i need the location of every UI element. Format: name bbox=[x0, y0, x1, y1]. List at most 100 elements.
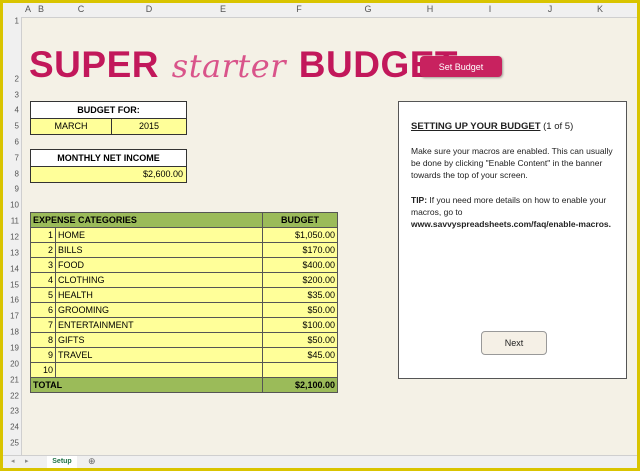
category-cell[interactable]: CLOTHING bbox=[55, 272, 263, 288]
panel-title-text: SETTING UP YOUR BUDGET bbox=[411, 121, 541, 132]
budget-cell[interactable]: $50.00 bbox=[262, 302, 338, 318]
row-header[interactable]: 13 bbox=[3, 249, 19, 258]
row-number-cell[interactable]: 1 bbox=[30, 227, 56, 243]
table-row: 10 bbox=[30, 362, 338, 378]
budget-cell[interactable]: $50.00 bbox=[262, 332, 338, 348]
column-header[interactable]: J bbox=[548, 4, 553, 14]
row-number-cell[interactable]: 3 bbox=[30, 257, 56, 273]
column-header[interactable]: B bbox=[38, 4, 44, 14]
row-header[interactable]: 19 bbox=[3, 344, 19, 353]
budget-cell[interactable]: $100.00 bbox=[262, 317, 338, 333]
budget-cell[interactable]: $1,050.00 bbox=[262, 227, 338, 243]
row-header[interactable]: 12 bbox=[3, 233, 19, 242]
budget-cell[interactable]: $400.00 bbox=[262, 257, 338, 273]
total-value[interactable]: $2,100.00 bbox=[262, 377, 338, 393]
row-number-cell[interactable]: 6 bbox=[30, 302, 56, 318]
row-header[interactable]: 5 bbox=[3, 122, 19, 131]
column-header[interactable]: A bbox=[25, 4, 31, 14]
column-header[interactable]: K bbox=[597, 4, 603, 14]
row-header[interactable]: 11 bbox=[3, 217, 19, 226]
row-header[interactable]: 3 bbox=[3, 91, 19, 100]
setup-instructions-panel: SETTING UP YOUR BUDGET (1 of 5) Make sur… bbox=[398, 101, 627, 379]
panel-step: (1 of 5) bbox=[543, 121, 574, 132]
tip-text: If you need more details on how to enabl… bbox=[411, 195, 607, 217]
row-header[interactable]: 25 bbox=[3, 439, 19, 448]
prev-sheet-icon[interactable]: ◂ bbox=[11, 457, 15, 465]
category-cell[interactable]: GIFTS bbox=[55, 332, 263, 348]
budget-month-cell[interactable]: MARCH bbox=[31, 119, 112, 134]
row-header[interactable]: 2 bbox=[3, 75, 19, 84]
row-header[interactable]: 23 bbox=[3, 407, 19, 416]
column-header[interactable]: H bbox=[427, 4, 434, 14]
tip-label: TIP: bbox=[411, 195, 428, 205]
sheet-tab-bar: ◂ ▸ Setup ⊕ bbox=[3, 455, 637, 468]
column-header[interactable]: C bbox=[78, 4, 85, 14]
row-header[interactable]: 17 bbox=[3, 312, 19, 321]
category-cell[interactable]: TRAVEL bbox=[55, 347, 263, 363]
row-number-cell[interactable]: 9 bbox=[30, 347, 56, 363]
panel-instructions: Make sure your macros are enabled. This … bbox=[411, 146, 613, 180]
net-income-cell[interactable]: $2,600.00 bbox=[31, 167, 186, 182]
row-number-cell[interactable]: 5 bbox=[30, 287, 56, 303]
sheet-tab-setup[interactable]: Setup bbox=[47, 456, 77, 468]
row-number-cell[interactable]: 7 bbox=[30, 317, 56, 333]
category-cell[interactable]: FOOD bbox=[55, 257, 263, 273]
row-header[interactable]: 7 bbox=[3, 154, 19, 163]
category-cell[interactable]: HOME bbox=[55, 227, 263, 243]
column-headers: A B C D E F G H I J K bbox=[3, 3, 637, 18]
row-header[interactable]: 16 bbox=[3, 296, 19, 305]
row-header[interactable]: 20 bbox=[3, 360, 19, 369]
table-row: 7 ENTERTAINMENT $100.00 bbox=[30, 317, 338, 333]
total-label: TOTAL bbox=[30, 377, 263, 393]
budget-cell[interactable] bbox=[262, 362, 338, 378]
row-number-cell[interactable]: 4 bbox=[30, 272, 56, 288]
row-number-cell[interactable]: 8 bbox=[30, 332, 56, 348]
row-header[interactable]: 14 bbox=[3, 265, 19, 274]
column-header[interactable]: G bbox=[364, 4, 371, 14]
row-header[interactable]: 1 bbox=[3, 17, 19, 26]
table-row: 2 BILLS $170.00 bbox=[30, 242, 338, 258]
add-sheet-icon[interactable]: ⊕ bbox=[88, 456, 96, 467]
next-sheet-icon[interactable]: ▸ bbox=[25, 457, 29, 465]
row-header[interactable]: 9 bbox=[3, 185, 19, 194]
row-header[interactable]: 22 bbox=[3, 392, 19, 401]
category-cell[interactable]: GROOMING bbox=[55, 302, 263, 318]
budget-cell[interactable]: $170.00 bbox=[262, 242, 338, 258]
row-header[interactable]: 6 bbox=[3, 138, 19, 147]
category-cell[interactable]: HEALTH bbox=[55, 287, 263, 303]
column-header[interactable]: D bbox=[146, 4, 153, 14]
row-header[interactable]: 18 bbox=[3, 328, 19, 337]
budget-cell[interactable]: $200.00 bbox=[262, 272, 338, 288]
tip-url[interactable]: www.savvyspreadsheets.com/faq/enable-mac… bbox=[411, 219, 611, 229]
next-button[interactable]: Next bbox=[481, 331, 547, 355]
row-header[interactable]: 8 bbox=[3, 170, 19, 179]
category-cell[interactable]: BILLS bbox=[55, 242, 263, 258]
row-header[interactable]: 4 bbox=[3, 106, 19, 115]
budget-header: BUDGET bbox=[262, 212, 338, 228]
row-header[interactable]: 15 bbox=[3, 281, 19, 290]
row-header[interactable]: 10 bbox=[3, 201, 19, 210]
category-cell[interactable] bbox=[55, 362, 263, 378]
expense-category-header: EXPENSE CATEGORIES bbox=[30, 212, 263, 228]
title-super: SUPER bbox=[29, 44, 159, 85]
column-header[interactable]: E bbox=[220, 4, 226, 14]
budget-for-label: BUDGET FOR: bbox=[31, 102, 186, 119]
net-income-label: MONTHLY NET INCOME bbox=[31, 150, 186, 167]
table-row: 8 GIFTS $50.00 bbox=[30, 332, 338, 348]
row-number-cell[interactable]: 2 bbox=[30, 242, 56, 258]
category-cell[interactable]: ENTERTAINMENT bbox=[55, 317, 263, 333]
page-title: SUPER starter BUDGET bbox=[29, 43, 458, 88]
budget-for-box: BUDGET FOR: MARCH 2015 bbox=[30, 101, 187, 135]
panel-title: SETTING UP YOUR BUDGET (1 of 5) bbox=[411, 121, 573, 132]
budget-year-cell[interactable]: 2015 bbox=[112, 119, 186, 134]
table-row: 3 FOOD $400.00 bbox=[30, 257, 338, 273]
budget-cell[interactable]: $35.00 bbox=[262, 287, 338, 303]
row-headers: 1 2 3 4 5 6 7 8 9 10 11 12 13 14 15 16 1… bbox=[3, 17, 22, 464]
set-budget-button[interactable]: Set Budget bbox=[420, 56, 502, 77]
budget-cell[interactable]: $45.00 bbox=[262, 347, 338, 363]
row-header[interactable]: 21 bbox=[3, 376, 19, 385]
column-header[interactable]: F bbox=[296, 4, 302, 14]
row-number-cell[interactable]: 10 bbox=[30, 362, 56, 378]
row-header[interactable]: 24 bbox=[3, 423, 19, 432]
column-header[interactable]: I bbox=[489, 4, 492, 14]
